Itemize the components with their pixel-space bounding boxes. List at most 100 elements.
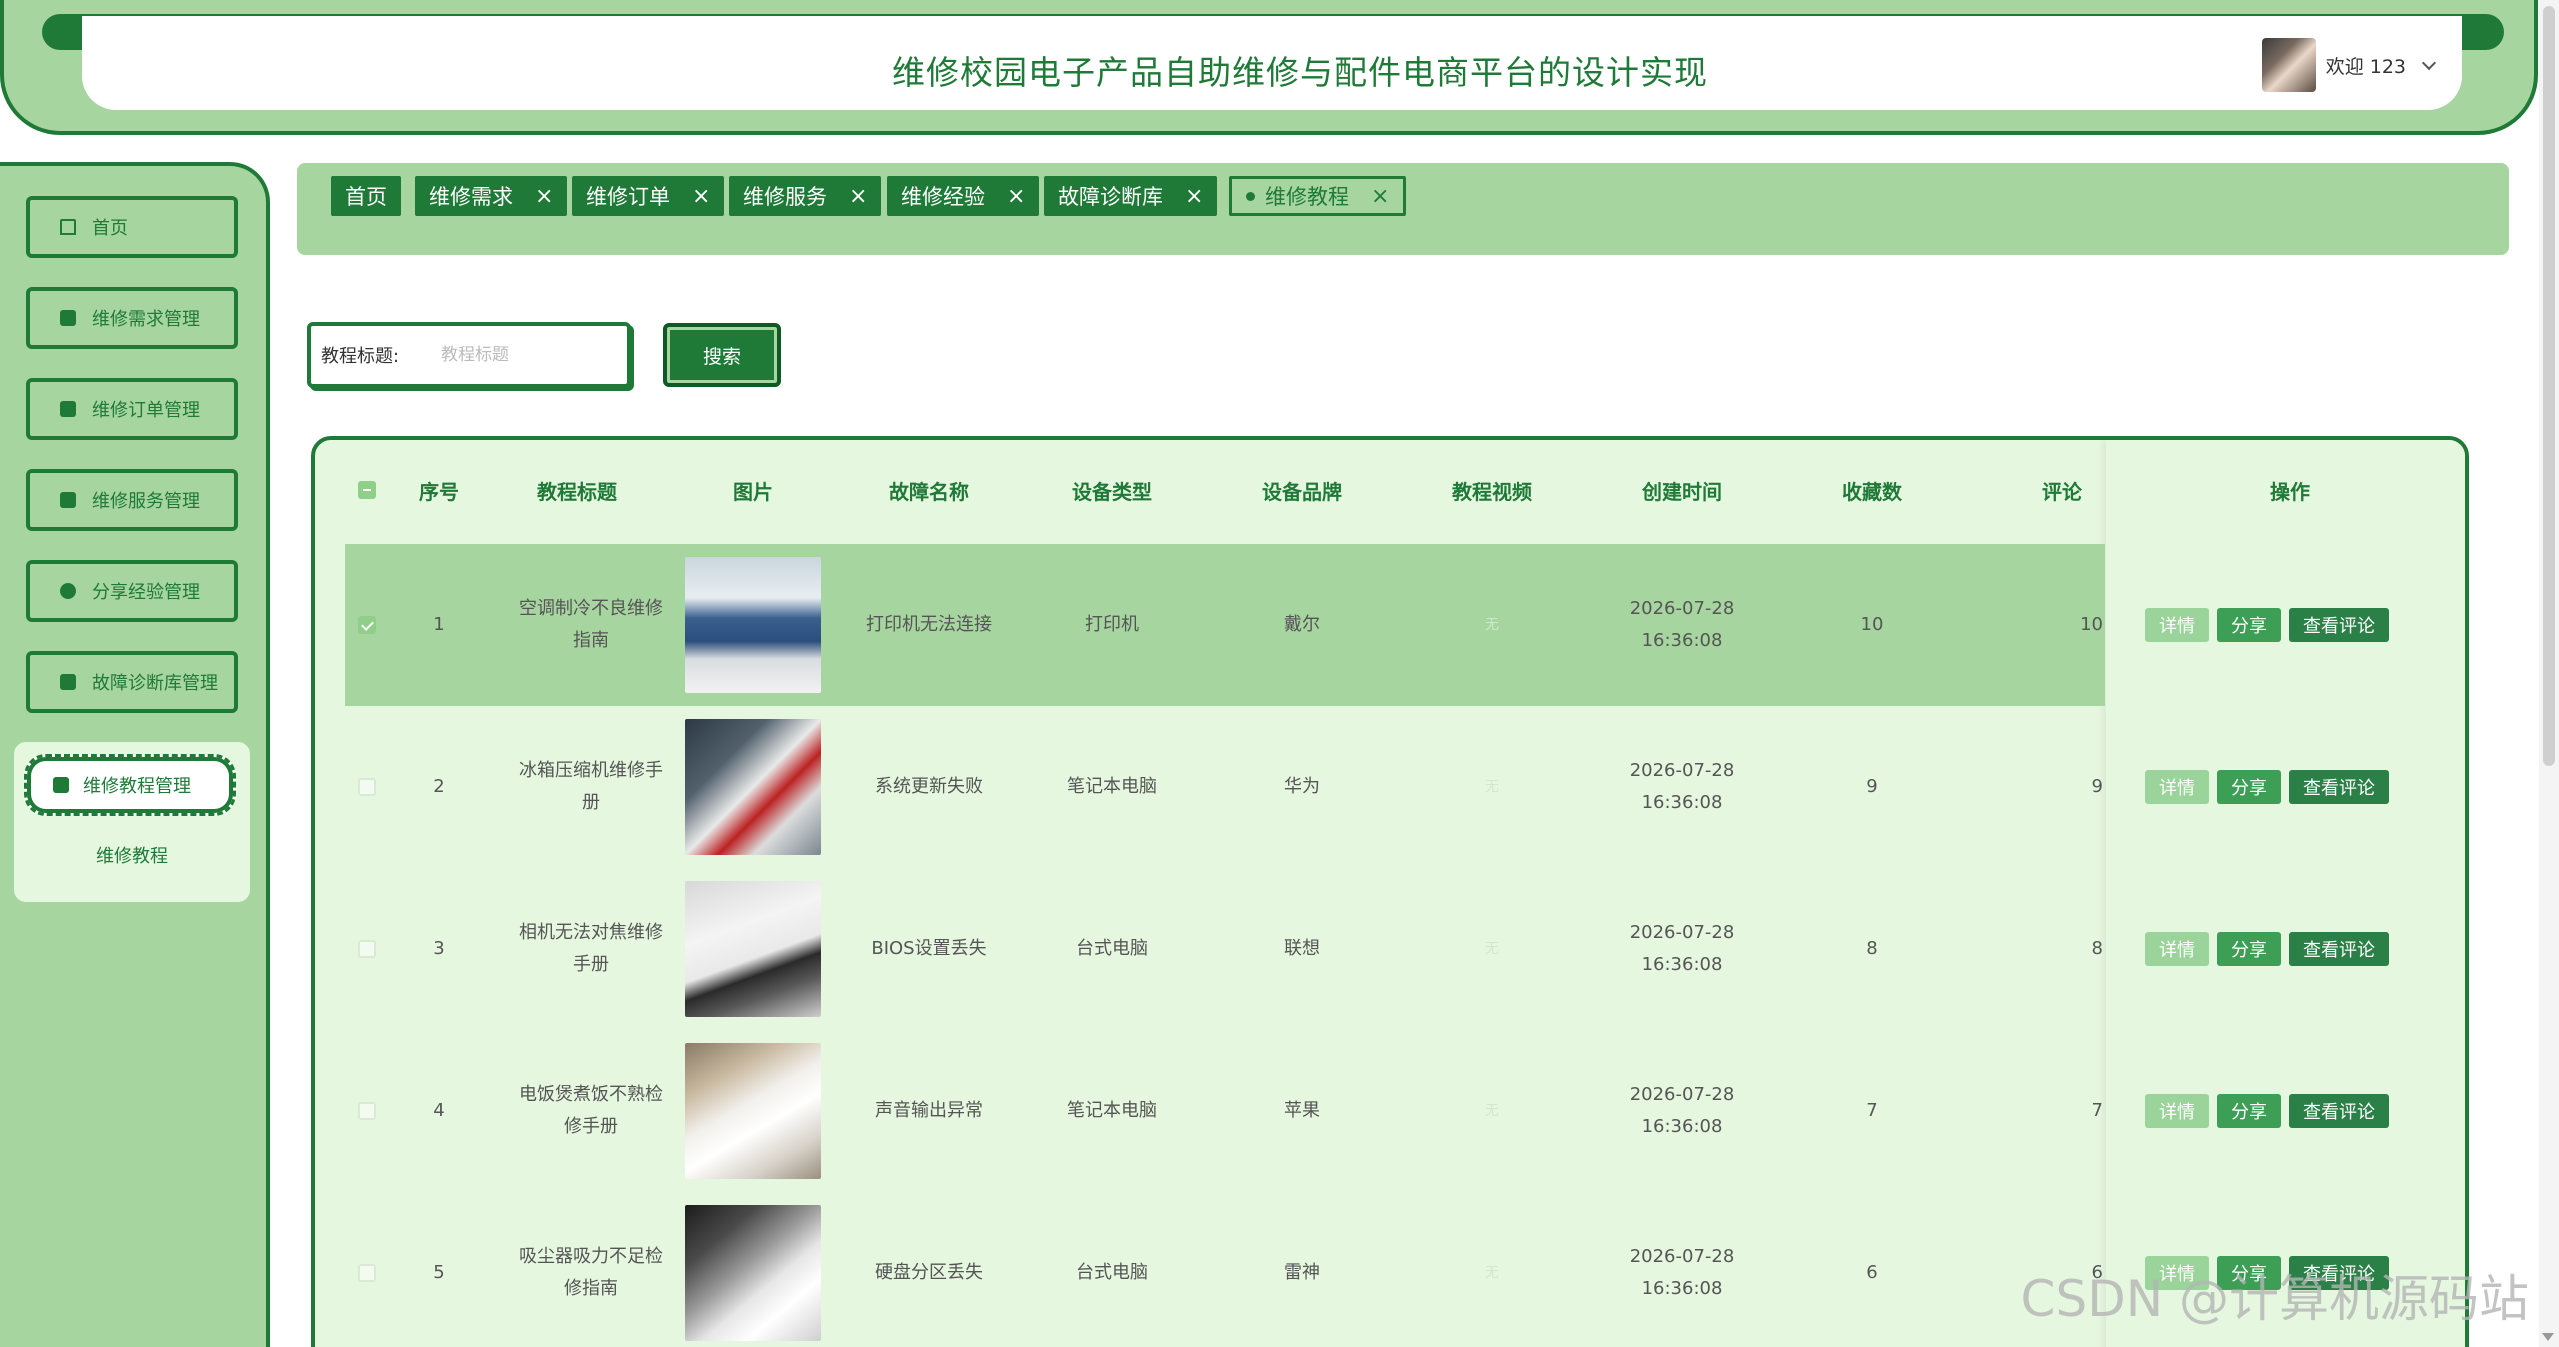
table-row[interactable]: 3 相机无法对焦维修手册 BIOS设置丢失 台式电脑 联想 无 2026-07-… bbox=[345, 868, 2105, 1030]
user-menu[interactable]: 欢迎 123 bbox=[2261, 38, 2437, 92]
device-type: 台式电脑 bbox=[1076, 938, 1148, 959]
chip-icon bbox=[60, 310, 76, 326]
row-checkbox[interactable] bbox=[358, 940, 376, 958]
created-time: 2026-07-28 16:36:08 bbox=[1629, 1246, 1735, 1299]
scrollbar-track[interactable] bbox=[2539, 0, 2559, 1347]
tab-label: 维修服务 bbox=[743, 185, 827, 209]
created-time: 2026-07-28 16:36:08 bbox=[1629, 922, 1735, 975]
share-button[interactable]: 分享 bbox=[2217, 770, 2281, 804]
search-form: 教程标题: bbox=[307, 322, 631, 388]
row-number: 1 bbox=[433, 614, 445, 635]
page-title: 维修校园电子产品自助维修与配件电商平台的设计实现 bbox=[892, 53, 1708, 92]
tab-tutorial[interactable]: 维修教程 × bbox=[1229, 176, 1407, 216]
tab-label: 维修教程 bbox=[1265, 185, 1349, 209]
search-input[interactable] bbox=[441, 345, 621, 365]
thumbnail-cell bbox=[665, 544, 841, 706]
device-brand: 联想 bbox=[1284, 938, 1320, 959]
created-time: 2026-07-28 16:36:08 bbox=[1629, 1084, 1735, 1137]
tutorial-image[interactable] bbox=[685, 557, 821, 693]
welcome-text[interactable]: 欢迎 123 bbox=[2326, 52, 2406, 79]
sidebar-item-repair-demand[interactable]: 维修需求管理 bbox=[26, 287, 238, 349]
device-type: 笔记本电脑 bbox=[1067, 776, 1157, 797]
table-row[interactable]: 4 电饭煲煮饭不熟检修手册 声音输出异常 笔记本电脑 苹果 无 2026-07-… bbox=[345, 1030, 2105, 1192]
sidebar-item-tutorial[interactable]: 维修教程管理 bbox=[24, 754, 236, 816]
row-number: 5 bbox=[433, 1262, 445, 1283]
row-checkbox[interactable] bbox=[358, 1264, 376, 1282]
column-header: 教程标题 bbox=[537, 479, 617, 504]
favorite-count: 9 bbox=[1866, 776, 1878, 797]
row-checkbox[interactable] bbox=[358, 616, 376, 634]
column-header: 图片 bbox=[733, 479, 773, 504]
detail-button[interactable]: 详情 bbox=[2145, 608, 2209, 642]
home-icon bbox=[60, 219, 76, 235]
share-button[interactable]: 分享 bbox=[2217, 932, 2281, 966]
tutorial-title: 电饭煲煮饭不熟检修手册 bbox=[519, 1084, 663, 1137]
close-icon[interactable]: × bbox=[1371, 184, 1389, 209]
tab-home[interactable]: 首页 bbox=[331, 176, 401, 216]
tab-repair-service[interactable]: 维修服务 × bbox=[729, 176, 882, 216]
close-icon[interactable]: × bbox=[692, 184, 710, 209]
view-comments-button[interactable]: 查看评论 bbox=[2289, 608, 2389, 642]
detail-button[interactable]: 详情 bbox=[2145, 1094, 2209, 1128]
table-row[interactable]: 5 吸尘器吸力不足检修指南 硬盘分区丢失 台式电脑 雷神 无 2026-07-2… bbox=[345, 1192, 2105, 1347]
tutorial-image[interactable] bbox=[685, 1043, 821, 1179]
select-all-cell[interactable] bbox=[345, 460, 389, 520]
scrollbar-thumb[interactable] bbox=[2543, 6, 2555, 766]
share-button[interactable]: 分享 bbox=[2217, 608, 2281, 642]
view-comments-button[interactable]: 查看评论 bbox=[2289, 932, 2389, 966]
tutorial-title: 相机无法对焦维修手册 bbox=[519, 922, 663, 975]
view-comments-button[interactable]: 查看评论 bbox=[2289, 1094, 2389, 1128]
table-row[interactable]: 1 空调制冷不良维修指南 打印机无法连接 打印机 戴尔 无 2026-07-28… bbox=[345, 544, 2105, 706]
close-icon[interactable]: × bbox=[849, 184, 867, 209]
fault-name: 声音输出异常 bbox=[875, 1100, 983, 1121]
avatar[interactable] bbox=[2261, 38, 2316, 92]
table-header: 序号 教程标题 图片 故障名称 设备类型 设备品牌 教程视频 创建时间 收藏数 … bbox=[345, 460, 2445, 520]
sidebar-item-home[interactable]: 首页 bbox=[26, 196, 238, 258]
tab-fault-library[interactable]: 故障诊断库 × bbox=[1044, 176, 1218, 216]
bookmark-icon bbox=[60, 674, 76, 690]
close-icon[interactable]: × bbox=[1185, 184, 1203, 209]
chevron-down-icon[interactable] bbox=[2421, 55, 2437, 70]
sidebar-item-repair-order[interactable]: 维修订单管理 bbox=[26, 378, 238, 440]
close-icon[interactable]: × bbox=[535, 184, 553, 209]
row-checkbox[interactable] bbox=[358, 1102, 376, 1120]
tutorial-image[interactable] bbox=[685, 719, 821, 855]
row-number: 4 bbox=[433, 1100, 445, 1121]
tab-repair-experience[interactable]: 维修经验 × bbox=[887, 176, 1040, 216]
sidebar-item-fault-library[interactable]: 故障诊断库管理 bbox=[26, 651, 238, 713]
row-checkbox[interactable] bbox=[358, 778, 376, 796]
column-header: 收藏数 bbox=[1842, 479, 1902, 504]
share-button[interactable]: 分享 bbox=[2217, 1094, 2281, 1128]
tutorial-video: 无 bbox=[1485, 941, 1499, 957]
tab-repair-order[interactable]: 维修订单 × bbox=[572, 176, 725, 216]
sidebar-subitem-tutorial[interactable]: 维修教程 bbox=[14, 842, 250, 868]
tutorial-image[interactable] bbox=[685, 881, 821, 1017]
sidebar-item-label: 首页 bbox=[92, 218, 128, 239]
check-circle-icon bbox=[60, 583, 76, 599]
select-all-checkbox[interactable] bbox=[358, 481, 376, 499]
device-type: 打印机 bbox=[1085, 614, 1139, 635]
sidebar-item-label: 维修教程管理 bbox=[83, 776, 191, 797]
tutorial-image[interactable] bbox=[685, 1205, 821, 1341]
search-button[interactable]: 搜索 bbox=[663, 323, 781, 387]
scroll-down-arrow-icon[interactable] bbox=[2542, 1333, 2554, 1341]
row-number: 3 bbox=[433, 938, 445, 959]
device-type: 笔记本电脑 bbox=[1067, 1100, 1157, 1121]
detail-button[interactable]: 详情 bbox=[2145, 770, 2209, 804]
detail-button[interactable]: 详情 bbox=[2145, 932, 2209, 966]
favorite-count: 6 bbox=[1866, 1262, 1878, 1283]
close-icon[interactable]: × bbox=[1007, 184, 1025, 209]
view-comments-button[interactable]: 查看评论 bbox=[2289, 770, 2389, 804]
sidebar-item-share-experience[interactable]: 分享经验管理 bbox=[26, 560, 238, 622]
table-row[interactable]: 2 冰箱压缩机维修手册 系统更新失败 笔记本电脑 华为 无 2026-07-28… bbox=[345, 706, 2105, 868]
active-dot-icon bbox=[1246, 191, 1255, 201]
column-header: 教程视频 bbox=[1452, 479, 1532, 504]
tab-repair-demand[interactable]: 维修需求 × bbox=[415, 176, 568, 216]
tab-label: 故障诊断库 bbox=[1058, 185, 1163, 209]
favorite-count: 7 bbox=[1866, 1100, 1878, 1121]
column-header: 序号 bbox=[419, 479, 459, 504]
search-label: 教程标题: bbox=[321, 346, 400, 367]
fault-name: BIOS设置丢失 bbox=[871, 938, 987, 959]
sidebar-item-repair-service[interactable]: 维修服务管理 bbox=[26, 469, 238, 531]
folder-icon bbox=[60, 492, 76, 508]
